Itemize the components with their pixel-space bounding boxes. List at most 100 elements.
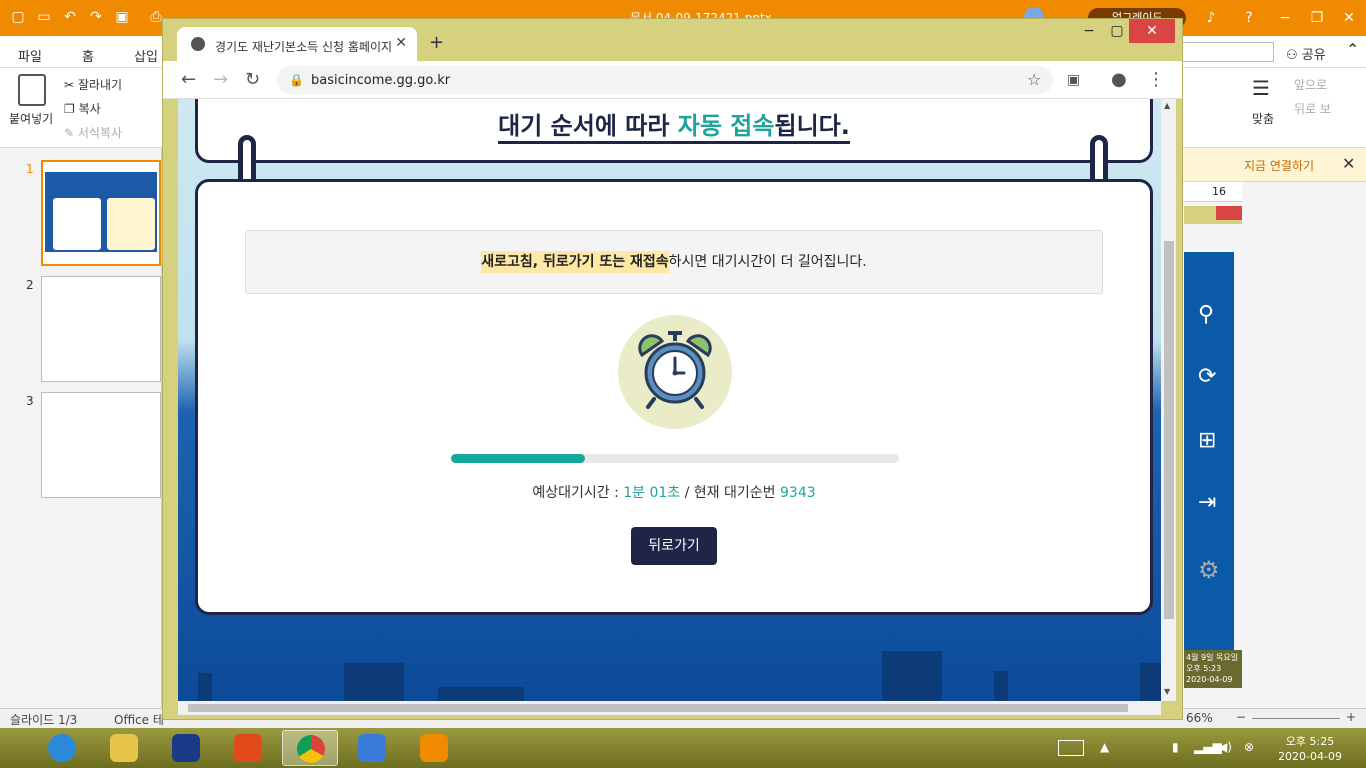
- scissors-icon: ✂: [64, 78, 75, 92]
- taskbar-explorer[interactable]: [96, 730, 152, 766]
- paste-button[interactable]: 붙여넣기: [9, 110, 53, 127]
- taskbar-ie[interactable]: [34, 730, 90, 766]
- extension-icon[interactable]: ▣: [1067, 70, 1080, 90]
- taskbar-clock[interactable]: 오후 5:25 2020-04-09: [1278, 734, 1342, 764]
- page-viewport: 대기 순서에 따라 자동 접속됩니다. 새로고침, 뒤로가기 또는 재접속하시면…: [178, 99, 1161, 701]
- zoom-level[interactable]: 66%: [1186, 711, 1213, 725]
- zoom-in-icon[interactable]: +: [1346, 710, 1356, 724]
- tab-close-icon[interactable]: ✕: [395, 35, 407, 51]
- settings-charm-icon[interactable]: ⚙: [1198, 556, 1220, 584]
- format-copy-button[interactable]: ✎ 서식복사: [64, 124, 122, 141]
- scroll-down-icon[interactable]: ▼: [1164, 687, 1170, 696]
- help-icon[interactable]: ?: [1234, 8, 1264, 28]
- slide-thumbnail-3[interactable]: [41, 392, 161, 498]
- minimize-icon[interactable]: −: [1270, 8, 1300, 28]
- taskbar-notes[interactable]: [344, 730, 400, 766]
- restore-icon[interactable]: ❐: [1302, 8, 1332, 28]
- slide-thumbnail-2[interactable]: [41, 276, 161, 382]
- wait-time-label: 예상대기시간 :: [532, 485, 624, 501]
- notification-icon[interactable]: ⊗: [1244, 740, 1254, 754]
- new-doc-icon[interactable]: ▢: [10, 9, 26, 25]
- horizontal-scrollbar[interactable]: [178, 701, 1161, 715]
- connect-now-link[interactable]: 지금 연결하기: [1244, 157, 1314, 174]
- page-heading: 대기 순서에 따라 자동 접속됩니다.: [198, 106, 1150, 144]
- ie-icon: [48, 734, 76, 762]
- share-label: 공유: [1301, 48, 1326, 63]
- new-tab-icon[interactable]: +: [429, 32, 444, 53]
- share-charm-icon[interactable]: ⟳: [1198, 364, 1216, 389]
- ppt-search-input[interactable]: [1180, 42, 1274, 62]
- horizontal-scroll-thumb[interactable]: [188, 704, 1128, 712]
- format-copy-label: 서식복사: [77, 126, 123, 140]
- browser-tab[interactable]: 경기도 재난기본소득 신청 홈페이지 ✕: [177, 27, 417, 61]
- share-icon: ⚇: [1286, 48, 1298, 63]
- taskbar-powerpoint[interactable]: [406, 730, 462, 766]
- zoom-out-icon[interactable]: −: [1236, 710, 1246, 724]
- cut-button[interactable]: ✂ 잘라내기: [64, 76, 122, 93]
- slide-thumbnail-1[interactable]: [41, 160, 161, 266]
- alarm-clock-icon: [618, 315, 732, 429]
- building-decoration: [1140, 663, 1161, 701]
- bell-icon[interactable]: ♪: [1196, 8, 1226, 28]
- close-icon[interactable]: ✕: [1334, 8, 1364, 28]
- undo-icon[interactable]: ↶: [62, 9, 78, 25]
- folder-icon: [110, 734, 138, 762]
- building-decoration: [344, 663, 404, 701]
- bookmark-star-icon[interactable]: ☆: [1027, 70, 1041, 89]
- url-text: basicincome.gg.go.kr: [311, 73, 451, 88]
- devices-charm-icon[interactable]: ⇥: [1198, 490, 1216, 515]
- notice-close-icon[interactable]: ✕: [1342, 154, 1355, 173]
- ruler-number: 16: [1212, 185, 1226, 198]
- align-icon[interactable]: ☰: [1252, 76, 1270, 100]
- send-backward-button[interactable]: 뒤로 보: [1294, 100, 1331, 117]
- tab-insert[interactable]: 삽입: [134, 46, 158, 65]
- scroll-up-icon[interactable]: ▲: [1164, 101, 1170, 110]
- brush-icon: ✎: [64, 126, 75, 140]
- search-charm-icon[interactable]: ⚲: [1198, 302, 1214, 327]
- paste-icon[interactable]: [18, 74, 46, 106]
- go-back-button[interactable]: 뒤로가기: [631, 527, 717, 565]
- slide-thumbnail-panel: 1 2 3: [0, 148, 162, 708]
- ribbon-collapse-icon[interactable]: ⌃: [1346, 40, 1359, 59]
- heading-part: 대기 순서에 따라: [498, 112, 678, 140]
- menu-dots-icon[interactable]: ⋮: [1147, 70, 1165, 90]
- slide-count: 슬라이드 1/3: [10, 713, 78, 727]
- tray-expand-icon[interactable]: ▲: [1100, 740, 1109, 754]
- keyboard-icon[interactable]: [1058, 740, 1084, 756]
- save-icon[interactable]: ▣: [114, 9, 130, 25]
- zoom-slider[interactable]: [1252, 718, 1340, 719]
- fit-button[interactable]: 맞춤: [1252, 110, 1274, 127]
- battery-icon[interactable]: ▮: [1172, 740, 1179, 754]
- slide-number: 2: [26, 278, 34, 292]
- building-decoration: [438, 687, 524, 701]
- reload-icon[interactable]: ↻: [245, 70, 260, 90]
- copy-button[interactable]: ❐ 복사: [64, 100, 101, 117]
- vertical-scroll-thumb[interactable]: [1164, 241, 1174, 619]
- volume-icon[interactable]: ◀): [1218, 740, 1232, 754]
- bring-forward-button[interactable]: 앞으로: [1294, 76, 1327, 93]
- building-decoration: [198, 673, 212, 701]
- open-folder-icon[interactable]: ▭: [36, 9, 52, 25]
- share-button[interactable]: ⚇ 공유: [1286, 44, 1326, 63]
- profile-icon[interactable]: ●: [1111, 70, 1127, 90]
- waiting-card: 새로고침, 뒤로가기 또는 재접속하시면 대기시간이 더 길어집니다. 예상대기…: [195, 179, 1153, 615]
- redo-icon[interactable]: ↷: [88, 9, 104, 25]
- tab-file[interactable]: 파일: [18, 46, 42, 65]
- taskbar: ▲ ▮ ▂▄▆ ◀) ⊗ 오후 5:25 2020-04-09: [0, 728, 1366, 768]
- clock-date: 2020-04-09: [1278, 750, 1342, 763]
- queue-label: / 현재 대기순번: [680, 485, 780, 501]
- address-bar[interactable]: 🔒 basicincome.gg.go.kr ☆: [277, 66, 1053, 94]
- chrome-icon: [297, 735, 325, 763]
- windows-start-icon[interactable]: ⊞: [1198, 428, 1216, 453]
- forward-arrow-icon[interactable]: →: [213, 70, 228, 90]
- wait-info: 예상대기시간 : 1분 01초 / 현재 대기순번 9343: [198, 482, 1150, 502]
- wait-progress-fill: [451, 454, 586, 463]
- back-arrow-icon[interactable]: ←: [181, 70, 196, 90]
- chrome-close-icon[interactable]: ✕: [1129, 19, 1175, 43]
- globe-icon: [191, 37, 205, 51]
- vertical-scrollbar[interactable]: ▲ ▼: [1161, 99, 1176, 701]
- taskbar-office[interactable]: [220, 730, 276, 766]
- taskbar-chrome[interactable]: [282, 730, 338, 766]
- taskbar-help[interactable]: [158, 730, 214, 766]
- mini-close-icon[interactable]: [1216, 206, 1242, 220]
